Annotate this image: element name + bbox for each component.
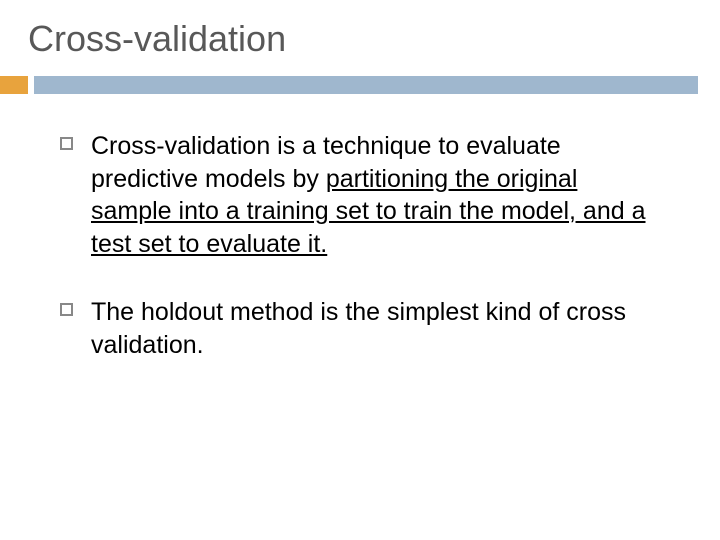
content-area: Cross-validation is a technique to evalu… — [0, 94, 720, 361]
bullet-text-plain: The holdout method is the simplest kind … — [91, 298, 626, 359]
divider-accent-blue — [34, 76, 698, 94]
bullet-text: Cross-validation is a technique to evalu… — [91, 130, 660, 260]
bullet-item: Cross-validation is a technique to evalu… — [60, 130, 660, 260]
bullet-square-icon — [60, 303, 73, 316]
slide-title: Cross-validation — [0, 18, 720, 76]
divider-accent-orange — [0, 76, 28, 94]
slide: Cross-validation Cross-validation is a t… — [0, 0, 720, 540]
bullet-square-icon — [60, 137, 73, 150]
bullet-text: The holdout method is the simplest kind … — [91, 296, 660, 361]
bullet-item: The holdout method is the simplest kind … — [60, 296, 660, 361]
divider — [0, 76, 720, 94]
